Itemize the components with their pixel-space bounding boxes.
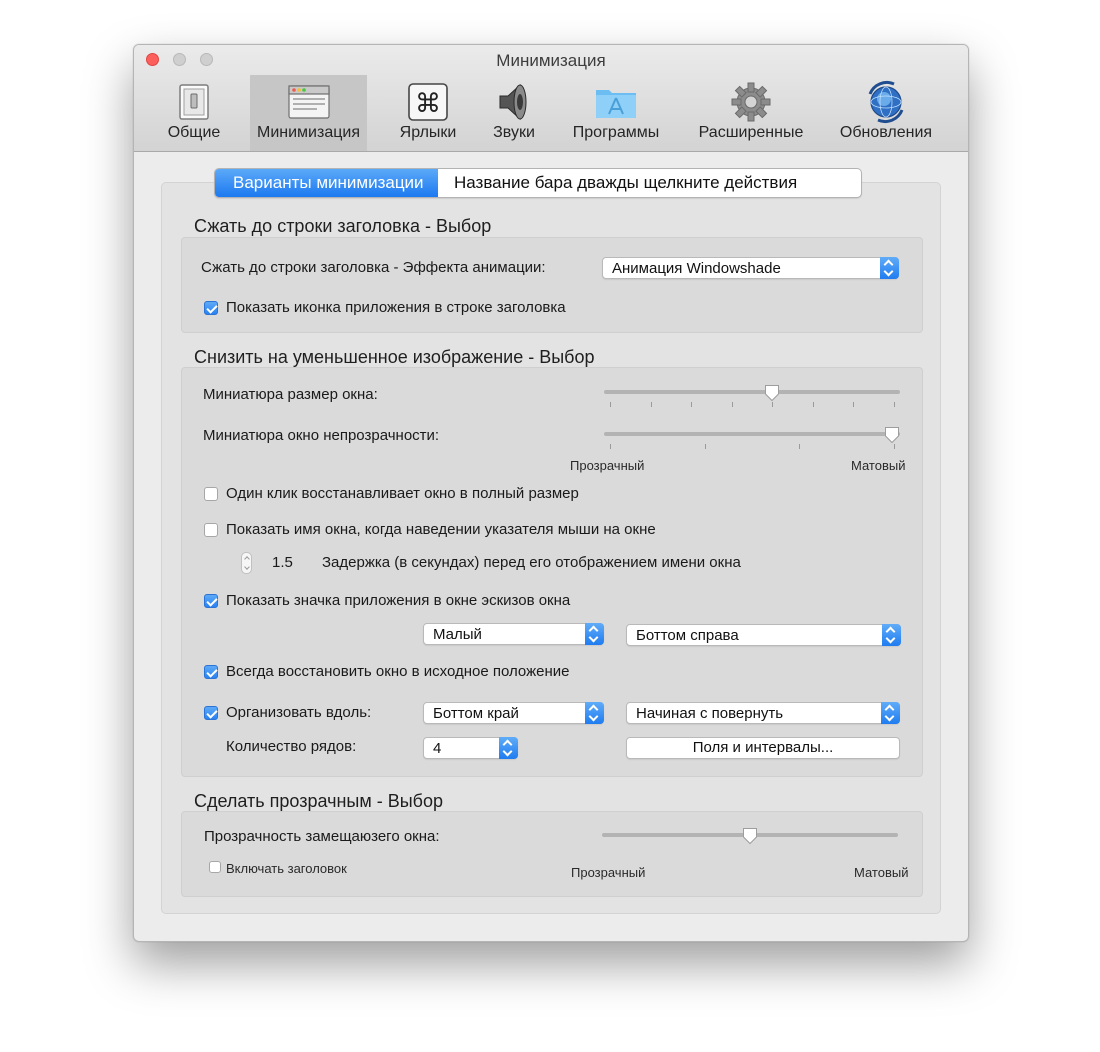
svg-text:⌘: ⌘: [415, 89, 441, 119]
delay-stepper[interactable]: [241, 552, 252, 574]
delay-label: Задержка (в секундах) перед его отображе…: [322, 554, 741, 571]
slider-tick: [732, 402, 733, 407]
slider-thumb[interactable]: [742, 827, 758, 845]
command-key-icon: ⌘: [408, 83, 448, 121]
show-window-name-label: Показать имя окна, когда наведении указа…: [226, 521, 656, 538]
toolbar-item-label: Ярлыки: [399, 124, 457, 141]
badge-size-popup[interactable]: Малый: [423, 623, 604, 645]
applications-folder-icon: [596, 90, 636, 118]
toolbar-item-minimize[interactable]: Минимизация: [250, 75, 367, 151]
toolbar-item-label: Расширенные: [698, 124, 804, 141]
thumbnail-size-slider[interactable]: [604, 383, 900, 413]
toolbar-item-advanced[interactable]: Расширенные: [692, 75, 810, 151]
toolbar-item-general[interactable]: Общие: [164, 75, 224, 151]
show-app-icon-in-titlebar-checkbox[interactable]: [204, 301, 218, 315]
arrange-edge-popup[interactable]: Боттом край: [423, 702, 604, 724]
opacity-min-label: Прозрачный: [570, 458, 645, 473]
slider-tick: [651, 402, 652, 407]
restore-position-label: Всегда восстановить окно в исходное поло…: [226, 663, 570, 680]
toolbar-item-shortcuts[interactable]: ⌘ Ярлыки: [393, 75, 463, 151]
gear-icon: [731, 82, 771, 122]
popup-arrows-icon: [585, 623, 604, 645]
toolbar-item-applications[interactable]: Программы: [566, 75, 666, 151]
restore-position-checkbox[interactable]: [204, 665, 218, 679]
popup-arrows-icon: [499, 737, 518, 759]
rows-count-popup[interactable]: 4: [423, 737, 518, 759]
thumbnail-size-label: Миниатюра размер окна:: [203, 386, 378, 403]
popup-value: 4: [433, 740, 442, 757]
slider-thumb[interactable]: [884, 426, 900, 444]
include-title-label: Включать заголовок: [226, 861, 347, 876]
placeholder-min-label: Прозрачный: [571, 865, 646, 880]
slider-tick: [610, 402, 611, 407]
thumbnail-opacity-label: Миниатюра окно непрозрачности:: [203, 427, 440, 444]
popup-arrows-icon: [585, 702, 604, 724]
slider-tick: [691, 402, 692, 407]
popup-arrows-icon: [881, 702, 900, 724]
section-title-transparent: Сделать прозрачным - Выбор: [194, 791, 444, 811]
placeholder-opacity-label: Прозрачность замещаюзего окна:: [204, 828, 440, 845]
preferences-window: Минимизация Общие Минимизация ⌘ Ярлыки З…: [133, 44, 969, 942]
animation-effect-popup[interactable]: Анимация Windowshade: [602, 257, 899, 279]
arrange-start-popup[interactable]: Начиная с повернуть: [626, 702, 900, 724]
popup-value: Малый: [433, 626, 482, 643]
section-title-shade: Сжать до строки заголовка - Выбор: [194, 216, 492, 236]
show-app-icon-in-titlebar-label: Показать иконка приложения в строке заго…: [226, 299, 566, 316]
slider-tick: [772, 402, 773, 407]
toolbar-item-sounds[interactable]: Звуки: [484, 75, 544, 151]
title-bar: Минимизация Общие Минимизация ⌘ Ярлыки З…: [134, 45, 968, 152]
slider-tick: [894, 444, 895, 449]
popup-value: Боттом справа: [636, 627, 739, 644]
margins-spacing-button[interactable]: Поля и интервалы...: [626, 737, 900, 759]
show-window-name-checkbox[interactable]: [204, 523, 218, 537]
window-icon: [287, 85, 330, 119]
popup-value: Анимация Windowshade: [612, 260, 781, 277]
tab-selector[interactable]: Варианты минимизации Название бара дважд…: [214, 168, 862, 198]
toolbar-item-label: Программы: [572, 124, 660, 141]
placeholder-opacity-slider[interactable]: [602, 828, 898, 861]
arrange-along-label: Организовать вдоль:: [226, 704, 372, 721]
popup-arrows-icon: [882, 624, 901, 646]
arrange-along-checkbox[interactable]: [204, 706, 218, 720]
toolbar-item-label: Общие: [167, 124, 221, 141]
toolbar-item-label: Звуки: [493, 124, 535, 141]
slider-track: [604, 432, 900, 436]
opacity-max-label: Матовый: [851, 458, 906, 473]
one-click-restore-checkbox[interactable]: [204, 487, 218, 501]
delay-value[interactable]: 1.5: [272, 554, 293, 571]
show-badge-label: Показать значка приложения в окне эскизо…: [226, 592, 571, 609]
one-click-restore-label: Один клик восстанавливает окно в полный …: [226, 485, 579, 502]
slider-tick: [853, 402, 854, 407]
tab-minimize-options[interactable]: Варианты минимизации: [215, 169, 438, 197]
update-globe-icon: [868, 81, 904, 123]
slider-track: [604, 390, 900, 394]
slider-thumb[interactable]: [764, 384, 780, 402]
slider-tick: [894, 402, 895, 407]
speaker-icon: [499, 83, 527, 121]
shade-group: [181, 237, 923, 333]
include-title-checkbox[interactable]: [209, 861, 221, 873]
placeholder-max-label: Матовый: [854, 865, 909, 880]
slider-tick: [799, 444, 800, 449]
popup-value: Боттом край: [433, 705, 519, 722]
thumbnail-opacity-slider[interactable]: [604, 425, 900, 455]
slider-tick: [610, 444, 611, 449]
popup-arrows-icon: [880, 257, 899, 279]
show-badge-checkbox[interactable]: [204, 594, 218, 608]
window-title: Минимизация: [496, 51, 606, 70]
rows-count-label: Количество рядов:: [226, 738, 357, 755]
toolbar-item-label: Обновления: [839, 124, 933, 141]
animation-effect-label: Сжать до строки заголовка - Эффекта аним…: [201, 259, 546, 276]
section-title-thumbnail: Снизить на уменьшенное изображение - Выб…: [194, 347, 595, 367]
toolbar-item-label: Минимизация: [257, 124, 360, 141]
badge-position-popup[interactable]: Боттом справа: [626, 624, 901, 646]
switch-icon: [179, 84, 209, 120]
toolbar-item-updates[interactable]: Обновления: [834, 75, 938, 151]
slider-tick: [813, 402, 814, 407]
popup-value: Начиная с повернуть: [636, 705, 784, 722]
tab-titlebar-double-click[interactable]: Название бара дважды щелкните действия: [438, 169, 861, 197]
slider-tick: [705, 444, 706, 449]
